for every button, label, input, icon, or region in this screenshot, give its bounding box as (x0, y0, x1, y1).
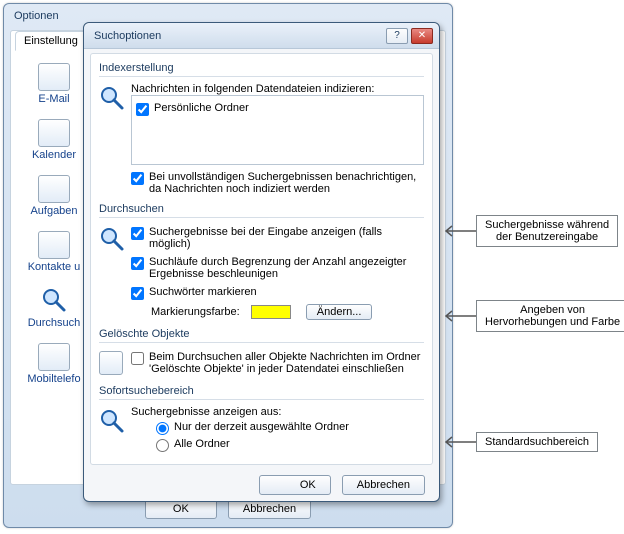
radio-label: Nur der derzeit ausgewählte Ordner (174, 421, 349, 433)
callout-default-scope: Standardsuchbereich (442, 432, 598, 452)
group-title-search: Durchsuchen (99, 203, 424, 215)
highlight-color-row: Markierungsfarbe: Ändern... (151, 304, 424, 320)
checkbox[interactable] (131, 227, 144, 240)
checkbox-label: Suchläufe durch Begrenzung der Anzahl an… (149, 256, 424, 280)
checkbox-label: Suchergebnisse bei der Eingabe anzeigen … (149, 226, 424, 250)
magnifier-icon (99, 226, 125, 252)
dialog-body: Indexerstellung Nachrichten in folgenden… (90, 53, 433, 465)
callout-text: Angeben von (485, 304, 620, 316)
divider (99, 342, 424, 343)
mobile-icon (38, 343, 70, 371)
change-color-button[interactable]: Ändern... (306, 304, 373, 320)
cancel-button[interactable]: Abbrechen (342, 475, 425, 495)
dialog-footer: OK Abbrechen (84, 475, 439, 495)
group-title-deleted: Gelöschte Objekte (99, 328, 424, 340)
divider (99, 217, 424, 218)
radio[interactable] (156, 422, 169, 435)
dialog-title: Suchoptionen (94, 30, 161, 42)
callout-live-results: Suchergebnisse während der Benutzereinga… (442, 215, 618, 247)
notify-incomplete-checkbox[interactable]: Bei unvollständigen Suchergebnissen bena… (131, 171, 424, 195)
divider (99, 399, 424, 400)
ok-button[interactable]: OK (145, 499, 217, 519)
scope-current-folder-radio[interactable]: Nur der derzeit ausgewählte Ordner (151, 419, 424, 435)
group-title-scope: Sofortsuchebereich (99, 385, 424, 397)
highlight-color-label: Markierungsfarbe: (151, 306, 240, 318)
help-button[interactable]: ? (386, 28, 408, 44)
checkbox[interactable] (131, 352, 144, 365)
sidebar-item-label: Aufgaben (17, 205, 91, 217)
options-footer: OK Abbrechen (4, 499, 452, 519)
callout-text: Standardsuchbereich (485, 436, 589, 448)
include-deleted-checkbox[interactable]: Beim Durchsuchen aller Objekte Nachricht… (131, 351, 424, 375)
limit-results-checkbox[interactable]: Suchläufe durch Begrenzung der Anzahl an… (131, 256, 424, 280)
data-file-label: Persönliche Ordner (154, 102, 249, 114)
arrow-left-icon (442, 435, 476, 449)
checkbox[interactable] (131, 172, 144, 185)
search-icon (38, 287, 70, 315)
callout-text: Suchergebnisse während (485, 219, 609, 231)
checkbox[interactable] (131, 287, 144, 300)
scope-all-folders-radio[interactable]: Alle Ordner (151, 436, 424, 452)
group-title-indexing: Indexerstellung (99, 62, 424, 74)
divider (99, 76, 424, 77)
arrow-left-icon (442, 224, 476, 238)
ok-button[interactable]: OK (259, 475, 331, 495)
sidebar-item-tasks[interactable]: Aufgaben (17, 169, 91, 225)
radio[interactable] (156, 439, 169, 452)
mail-icon (38, 63, 70, 91)
cancel-button[interactable]: Abbrechen (228, 499, 311, 519)
callout-text: Hervorhebungen und Farbe (485, 316, 620, 328)
sidebar-item-label: Kalender (17, 149, 91, 161)
category-sidebar: E-Mail Kalender Aufgaben Kontakte u Durc… (17, 57, 91, 478)
highlight-color-swatch (251, 305, 291, 319)
tabstrip: Einstellung (15, 30, 87, 52)
sidebar-item-label: Durchsuch (17, 317, 91, 329)
sidebar-item-label: Kontakte u (17, 261, 91, 273)
contacts-icon (38, 231, 70, 259)
data-file-checkbox[interactable] (136, 103, 149, 116)
live-results-checkbox[interactable]: Suchergebnisse bei der Eingabe anzeigen … (131, 226, 424, 250)
magnifier-icon (99, 85, 125, 111)
checkbox-label: Bei unvollständigen Suchergebnissen bena… (149, 171, 424, 195)
sidebar-item-email[interactable]: E-Mail (17, 57, 91, 113)
arrow-left-icon (442, 309, 476, 323)
magnifier-icon (99, 408, 125, 434)
calendar-icon (38, 119, 70, 147)
callout-highlight-color: Angeben von Hervorhebungen und Farbe (442, 300, 624, 332)
tab-settings[interactable]: Einstellung (15, 31, 87, 51)
sidebar-item-calendar[interactable]: Kalender (17, 113, 91, 169)
sidebar-item-mobile[interactable]: Mobiltelefo (17, 337, 91, 393)
checkbox[interactable] (131, 257, 144, 270)
dialog-titlebar: Suchoptionen ? ✕ (84, 23, 439, 49)
sidebar-item-contacts[interactable]: Kontakte u (17, 225, 91, 281)
sidebar-item-search[interactable]: Durchsuch (17, 281, 91, 337)
close-button[interactable]: ✕ (411, 28, 433, 44)
callout-text: der Benutzereingabe (485, 231, 609, 243)
highlight-words-checkbox[interactable]: Suchwörter markieren (131, 286, 424, 300)
radio-label: Alle Ordner (174, 438, 230, 450)
data-file-item[interactable]: Persönliche Ordner (136, 102, 419, 116)
sidebar-item-label: E-Mail (17, 93, 91, 105)
tasks-icon (38, 175, 70, 203)
sidebar-item-label: Mobiltelefo (17, 373, 91, 385)
indexing-intro: Nachrichten in folgenden Datendateien in… (131, 83, 424, 95)
checkbox-label: Beim Durchsuchen aller Objekte Nachricht… (149, 351, 424, 375)
data-files-listbox[interactable]: Persönliche Ordner (131, 95, 424, 165)
checkbox-label: Suchwörter markieren (149, 286, 257, 298)
scope-intro: Suchergebnisse anzeigen aus: (131, 406, 424, 418)
recycle-bin-icon (99, 351, 123, 375)
search-options-dialog: Suchoptionen ? ✕ Indexerstellung Nachric… (83, 22, 440, 502)
